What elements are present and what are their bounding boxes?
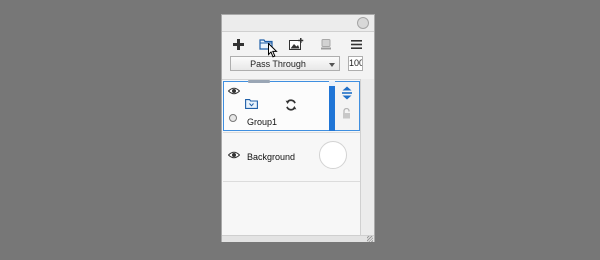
layer-name-background: Background <box>247 152 296 162</box>
eye-icon[interactable] <box>228 87 240 95</box>
panel-menu-button[interactable] <box>344 33 368 55</box>
eraser-icon <box>321 38 331 49</box>
add-image-button[interactable] <box>284 33 308 55</box>
mouse-pointer-icon <box>268 43 278 58</box>
clip-radio[interactable] <box>229 114 237 122</box>
panel-statusbar <box>222 235 374 242</box>
eraser-button[interactable] <box>314 33 338 55</box>
sync-icon <box>285 99 297 111</box>
layers-scrollbar[interactable] <box>360 79 374 235</box>
image-add-icon <box>288 38 303 50</box>
layer-name-group1: Group1 <box>247 117 278 127</box>
opacity-field[interactable]: 100 <box>348 56 363 71</box>
layers-toolbar <box>222 33 374 55</box>
layers-panel: Pass Through 100 Group1 Background <box>221 14 375 242</box>
hamburger-menu-icon <box>350 39 362 49</box>
group-controls <box>335 81 360 131</box>
layer-thumbnail <box>319 141 347 169</box>
group-folder-icon <box>245 99 258 109</box>
blend-mode-select[interactable]: Pass Through <box>230 56 340 71</box>
group-tab-indicator <box>248 80 270 83</box>
panel-close-icon[interactable] <box>357 17 369 29</box>
resize-grip-icon[interactable] <box>367 236 373 242</box>
panel-titlebar <box>222 15 374 32</box>
plus-icon <box>232 38 244 50</box>
add-layer-button[interactable] <box>226 33 250 55</box>
blend-mode-value: Pass Through <box>250 59 306 69</box>
lock-icon[interactable] <box>342 108 351 119</box>
expand-collapse-icon[interactable] <box>341 86 353 100</box>
eye-icon[interactable] <box>228 151 240 159</box>
chevron-down-icon <box>329 63 335 67</box>
layer-divider <box>223 181 360 182</box>
